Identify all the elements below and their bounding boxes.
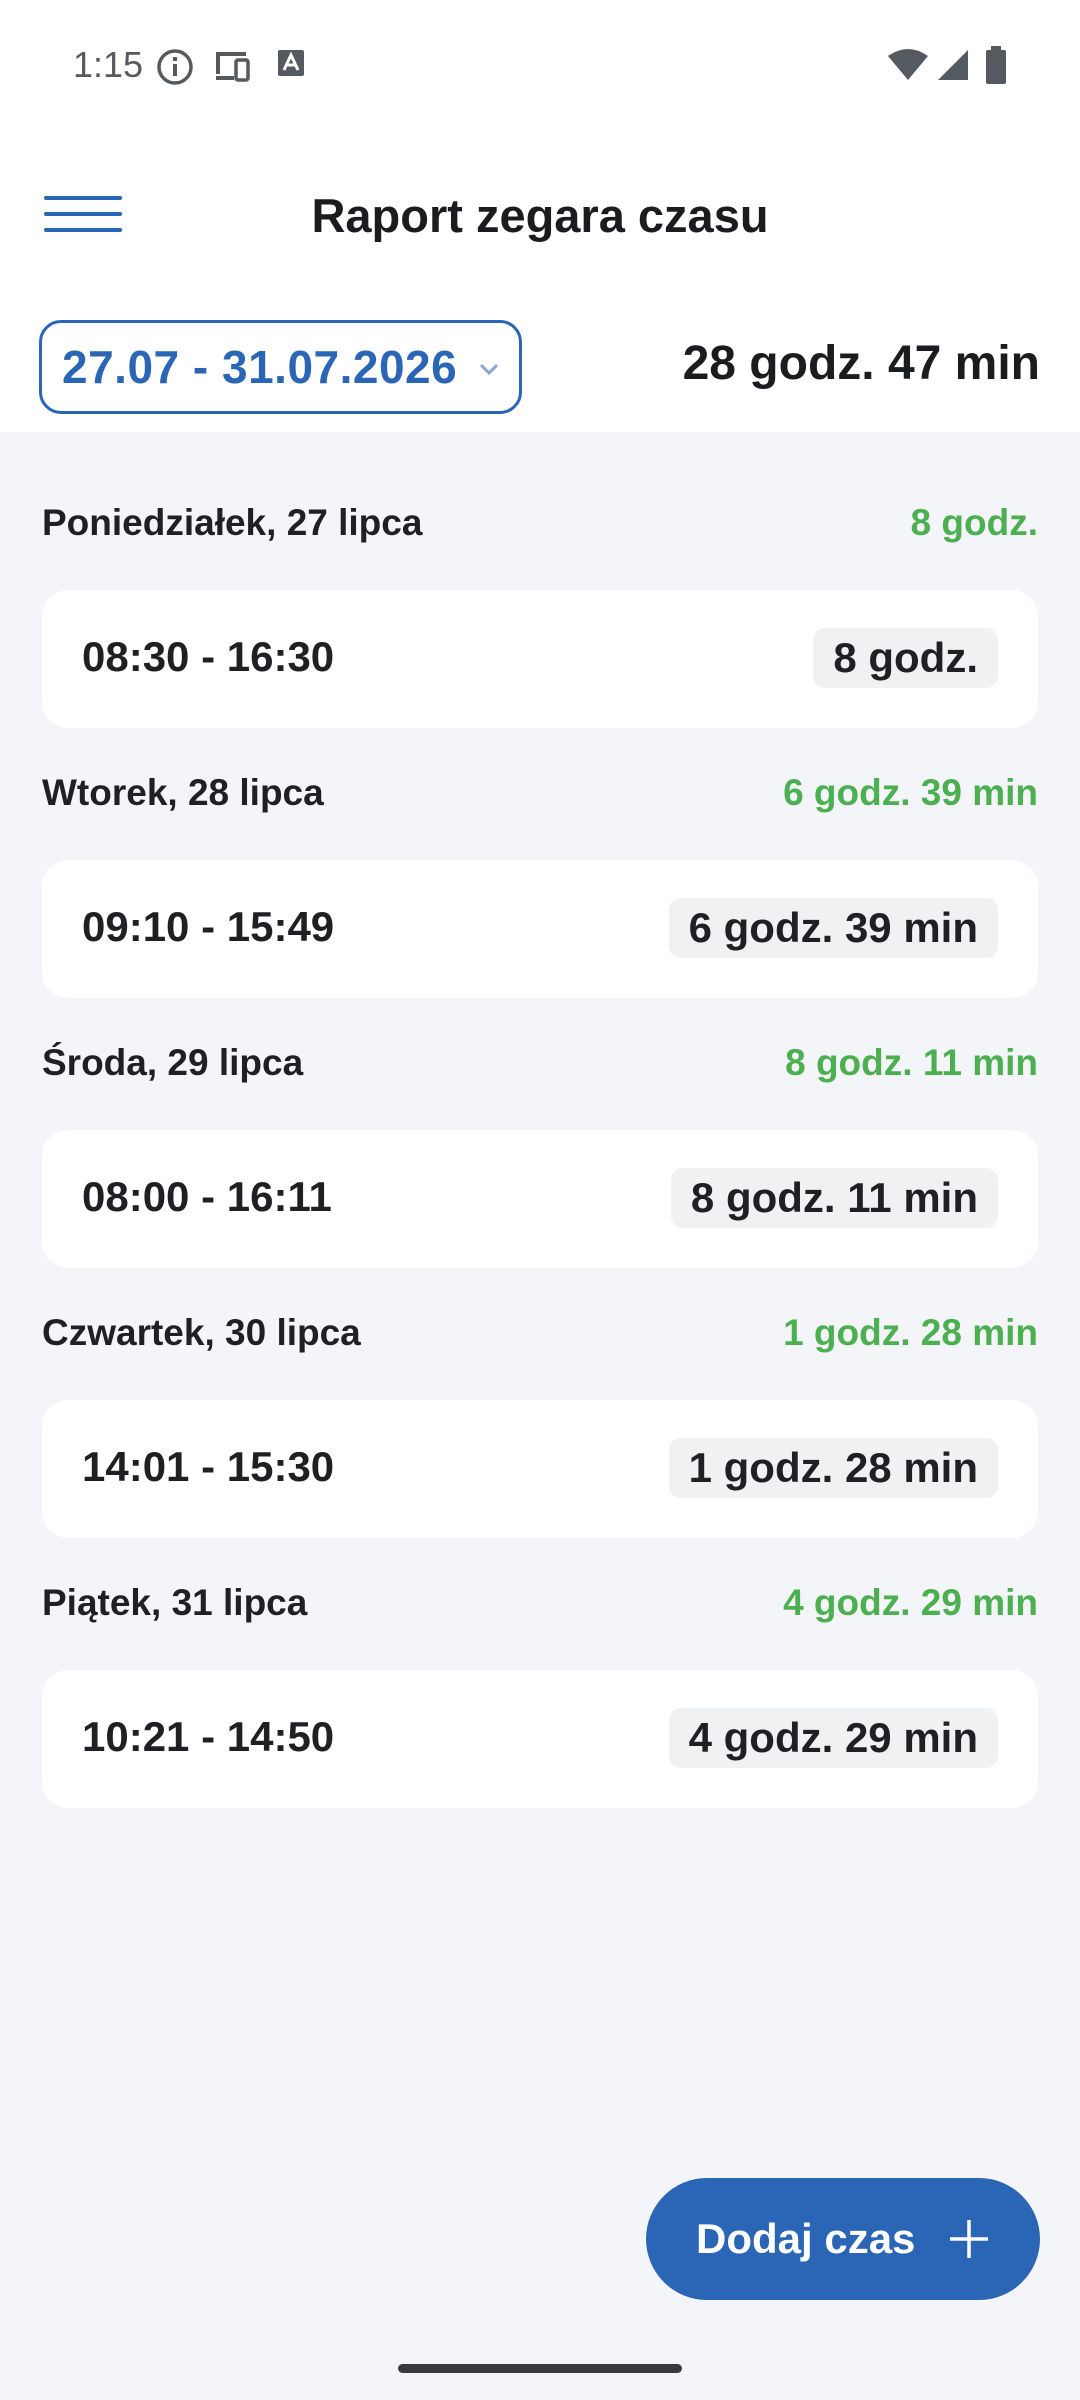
plus-icon: [950, 2220, 988, 2258]
add-time-button[interactable]: Dodaj czas: [646, 2178, 1040, 2300]
add-time-label: Dodaj czas: [696, 2215, 916, 2262]
day-total: 1 godz. 28 min: [783, 1312, 1038, 1353]
entry-duration-badge: 4 godz. 29 min: [668, 1708, 998, 1768]
entry-time-range: 10:21 - 14:50: [82, 1713, 335, 1760]
day-total: 8 godz. 11 min: [785, 1042, 1038, 1083]
entry-duration-badge: 1 godz. 28 min: [668, 1438, 998, 1498]
entry-time-range: 08:00 - 16:11: [82, 1173, 332, 1220]
status-bar: 1:15: [0, 0, 1080, 132]
page-title: Raport zegara czasu: [311, 189, 769, 242]
day-name: Środa, 29 lipca: [42, 1042, 304, 1083]
entry-time-range: 09:10 - 15:49: [82, 903, 335, 950]
time-entry-card[interactable]: 08:30 - 16:30 8 godz.: [42, 590, 1038, 728]
wifi-icon: [888, 49, 928, 80]
date-range-label: 27.07 - 31.07.2026: [62, 341, 458, 393]
devices-icon: [216, 52, 250, 82]
day-name: Poniedziałek, 27 lipca: [42, 502, 423, 543]
info-icon: [157, 49, 193, 85]
entry-duration-badge: 6 godz. 39 min: [668, 898, 998, 958]
chevron-down-icon: [479, 363, 499, 376]
gesture-nav-handle[interactable]: [398, 2364, 682, 2373]
entry-time-range: 14:01 - 15:30: [82, 1443, 335, 1490]
time-entry-card[interactable]: 08:00 - 16:11 8 godz. 11 min: [42, 1130, 1038, 1268]
date-range-dropdown[interactable]: 27.07 - 31.07.2026: [39, 320, 522, 414]
time-entry-card[interactable]: 14:01 - 15:30 1 godz. 28 min: [42, 1400, 1038, 1538]
entry-duration-badge: 8 godz.: [813, 628, 998, 688]
day-total: 6 godz. 39 min: [783, 772, 1038, 813]
day-header: Piątek, 31 lipca 4 godz. 29 min: [42, 1582, 1038, 1632]
day-name: Piątek, 31 lipca: [42, 1582, 308, 1623]
day-total: 4 godz. 29 min: [783, 1582, 1038, 1623]
entry-time-range: 08:30 - 16:30: [82, 633, 335, 680]
time-entry-card[interactable]: 10:21 - 14:50 4 godz. 29 min: [42, 1670, 1038, 1808]
day-name: Czwartek, 30 lipca: [42, 1312, 361, 1353]
signal-icon: [938, 50, 968, 80]
period-total-time: 28 godz. 47 min: [682, 337, 1040, 390]
day-name: Wtorek, 28 lipca: [42, 772, 324, 813]
day-total: 8 godz.: [910, 502, 1038, 543]
time-entry-card[interactable]: 09:10 - 15:49 6 godz. 39 min: [42, 860, 1038, 998]
keyboard-a-icon: [278, 50, 304, 76]
status-time: 1:15: [73, 44, 144, 85]
day-header: Czwartek, 30 lipca 1 godz. 28 min: [42, 1312, 1038, 1362]
day-header: Poniedziałek, 27 lipca 8 godz.: [42, 502, 1038, 552]
battery-icon: [986, 46, 1006, 84]
day-header: Środa, 29 lipca 8 godz. 11 min: [42, 1042, 1038, 1092]
entry-duration-badge: 8 godz. 11 min: [670, 1168, 998, 1228]
day-header: Wtorek, 28 lipca 6 godz. 39 min: [42, 772, 1038, 822]
